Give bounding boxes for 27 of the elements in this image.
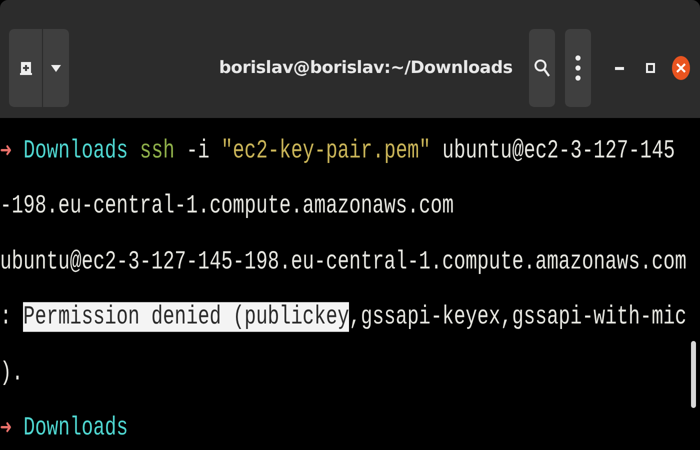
close-icon: [676, 63, 686, 73]
search-icon: [534, 59, 550, 77]
terminal-text: ,gssapi-keyex,gssapi-with-mic: [349, 302, 687, 332]
terminal-text: -198.eu-central-1.compute.amazonaws.com: [0, 191, 454, 222]
menu-button[interactable]: [565, 29, 592, 107]
minimize-icon: [614, 66, 624, 70]
directory-name: Downloads: [22, 413, 128, 444]
close-button[interactable]: [672, 56, 690, 80]
menu-icon: [575, 55, 582, 81]
new-tab-icon: [18, 60, 32, 76]
selected-text: Permission denied (publickey: [23, 302, 350, 332]
command-name: ssh: [138, 136, 175, 166]
maximize-icon: [646, 63, 655, 73]
prompt-arrow: ➜: [0, 136, 12, 167]
window-title: borislav@borislav:~/Downloads: [219, 58, 513, 78]
terminal-text: ).: [0, 358, 24, 388]
directory-name: Downloads: [22, 136, 128, 166]
caret-icon: [51, 64, 61, 72]
new-tab-button[interactable]: [9, 29, 43, 107]
search-button[interactable]: [528, 29, 555, 107]
terminal-text: -i: [185, 136, 211, 166]
scrollbar[interactable]: [691, 341, 696, 408]
terminal-text: ubuntu@ec2-3-127-145: [441, 136, 675, 166]
terminal-text: ubuntu@ec2-3-127-145-198.eu-central-1.compute.amazonaws.com: [0, 246, 687, 277]
prompt-arrow: ➜: [0, 414, 12, 444]
terminal-text: :: [0, 302, 13, 332]
quoted-argument: "ec2-key-pair.pem": [221, 136, 431, 166]
